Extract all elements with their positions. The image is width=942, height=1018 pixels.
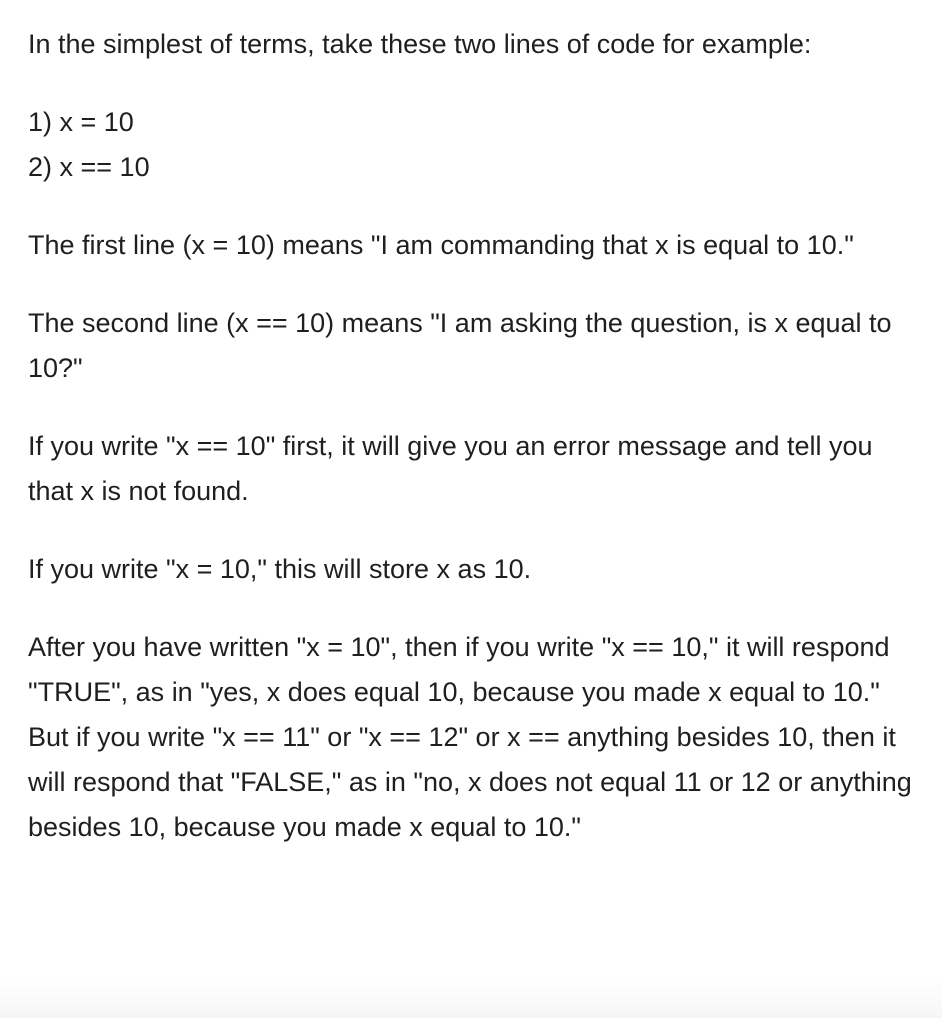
store-note-paragraph: If you write "x = 10," this will store x… [28,554,532,584]
answer-text-container: In the simplest of terms, take these two… [0,0,942,1018]
second-line-explanation: The second line (x == 10) means "I am as… [28,308,892,383]
code-line-1: 1) x = 10 [28,107,134,137]
code-example-list: 1) x = 10 2) x == 10 [28,100,914,190]
bottom-fade-overlay [0,978,942,1018]
error-note-paragraph: If you write "x == 10" first, it will gi… [28,431,873,506]
intro-paragraph: In the simplest of terms, take these two… [28,29,812,59]
conclusion-paragraph: After you have written "x = 10", then if… [28,632,912,842]
first-line-explanation: The first line (x = 10) means "I am comm… [28,230,854,260]
code-line-2: 2) x == 10 [28,152,150,182]
